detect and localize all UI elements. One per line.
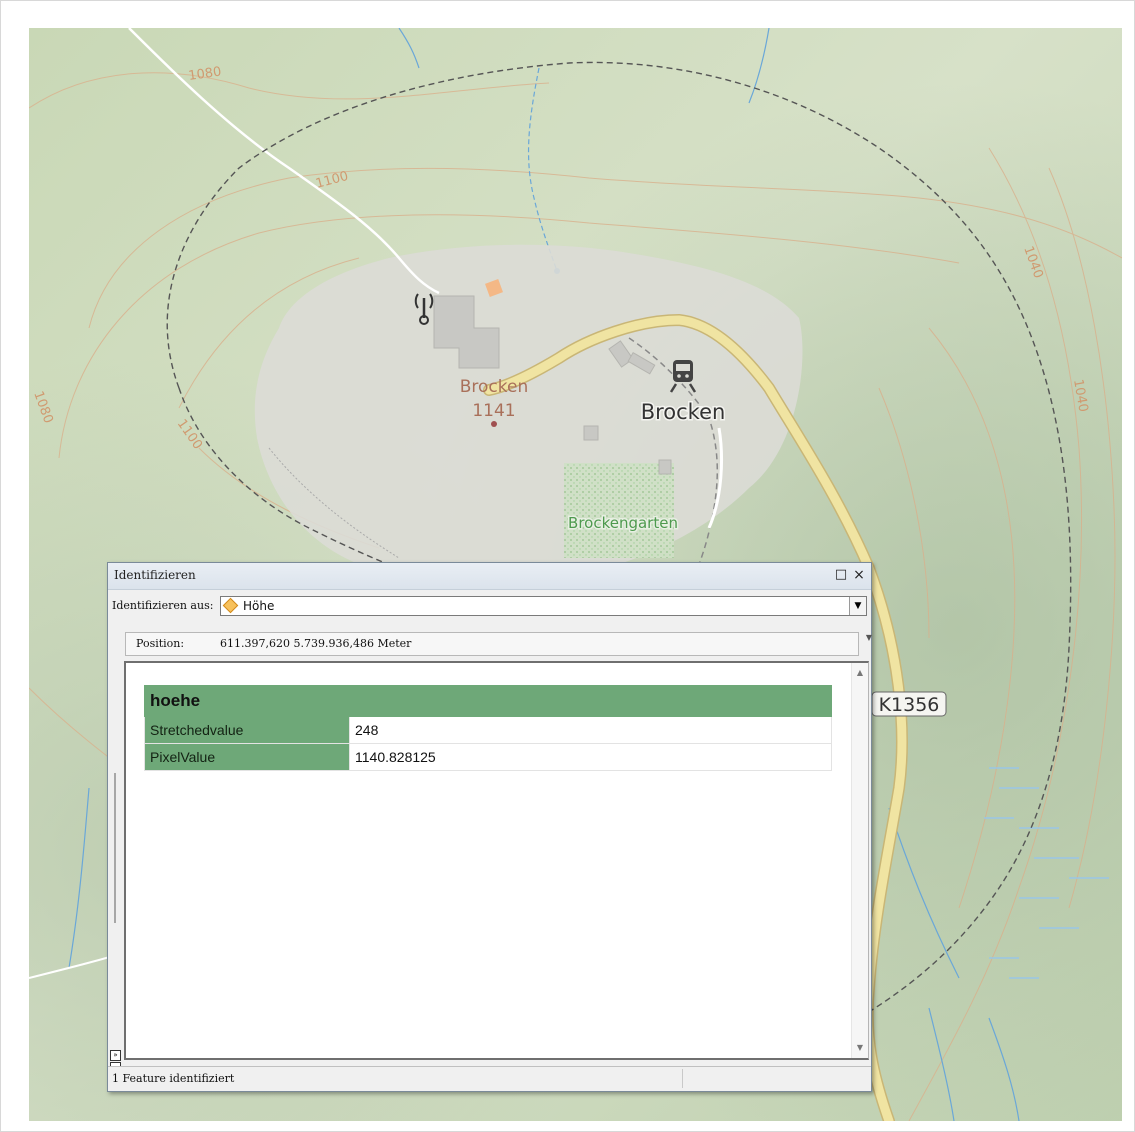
pin-icon[interactable]: ▼ <box>866 633 872 642</box>
attribute-table: hoehe Stretchedvalue 248 PixelValue 1140… <box>144 685 832 771</box>
peak-marker <box>491 421 497 427</box>
table-row[interactable]: Stretchedvalue 248 <box>144 716 832 744</box>
maximize-button[interactable]: □ <box>833 566 849 584</box>
status-text: 1 Feature identifiziert <box>112 1072 235 1085</box>
peak-elevation-label: 1141 <box>472 401 515 421</box>
status-bar: 1 Feature identifiziert <box>108 1066 871 1091</box>
identify-results-pane[interactable]: hoehe Stretchedvalue 248 PixelValue 1140… <box>114 661 869 1060</box>
splitter-bar[interactable] <box>114 773 116 923</box>
status-divider <box>682 1069 683 1088</box>
close-button[interactable]: × <box>851 566 867 584</box>
attribute-name: PixelValue <box>144 743 350 771</box>
scroll-down-icon[interactable]: ▼ <box>852 1040 868 1056</box>
raster-layer-icon <box>222 597 239 614</box>
expand-all-icon[interactable]: » <box>110 1050 121 1061</box>
screenshot-frame: 1080 1100 1080 1100 1040 1040 Brocken 11… <box>0 0 1135 1132</box>
position-value: 611.397,620 5.739.936,486 Meter <box>220 637 412 650</box>
attribute-table-header: hoehe <box>144 685 832 717</box>
road-shield-k1356: K1356 <box>871 691 947 717</box>
identify-source-row: Identifizieren aus: Höhe ▼ <box>108 595 871 617</box>
brockengarten-area <box>564 463 674 558</box>
window-titlebar[interactable]: Identifizieren □ × <box>108 563 871 590</box>
layer-header-cell: hoehe <box>144 685 832 717</box>
chevron-down-icon[interactable]: ▼ <box>849 597 866 615</box>
scroll-up-icon[interactable]: ▲ <box>852 665 868 681</box>
position-row: Position: 611.397,620 5.739.936,486 Mete… <box>125 632 872 656</box>
peak-name-label: Brocken <box>460 377 529 397</box>
identify-window[interactable]: Identifizieren □ × Identifizieren aus: H… <box>107 562 872 1092</box>
table-row[interactable]: PixelValue 1140.828125 <box>144 743 832 771</box>
vertical-scrollbar[interactable]: ▲ ▼ <box>851 663 868 1058</box>
position-label: Position: <box>136 637 185 650</box>
identify-source-label: Identifizieren aus: <box>112 599 214 612</box>
identify-source-select[interactable]: Höhe ▼ <box>220 596 867 616</box>
station-label: Brocken <box>641 400 726 424</box>
garden-label: Brockengarten <box>568 514 678 532</box>
window-title: Identifizieren <box>114 568 196 582</box>
identify-source-value: Höhe <box>243 599 275 613</box>
attribute-value: 248 <box>349 716 832 744</box>
attribute-name: Stretchedvalue <box>144 716 350 744</box>
road-shield-text: K1356 <box>879 694 940 716</box>
attribute-value: 1140.828125 <box>349 743 832 771</box>
